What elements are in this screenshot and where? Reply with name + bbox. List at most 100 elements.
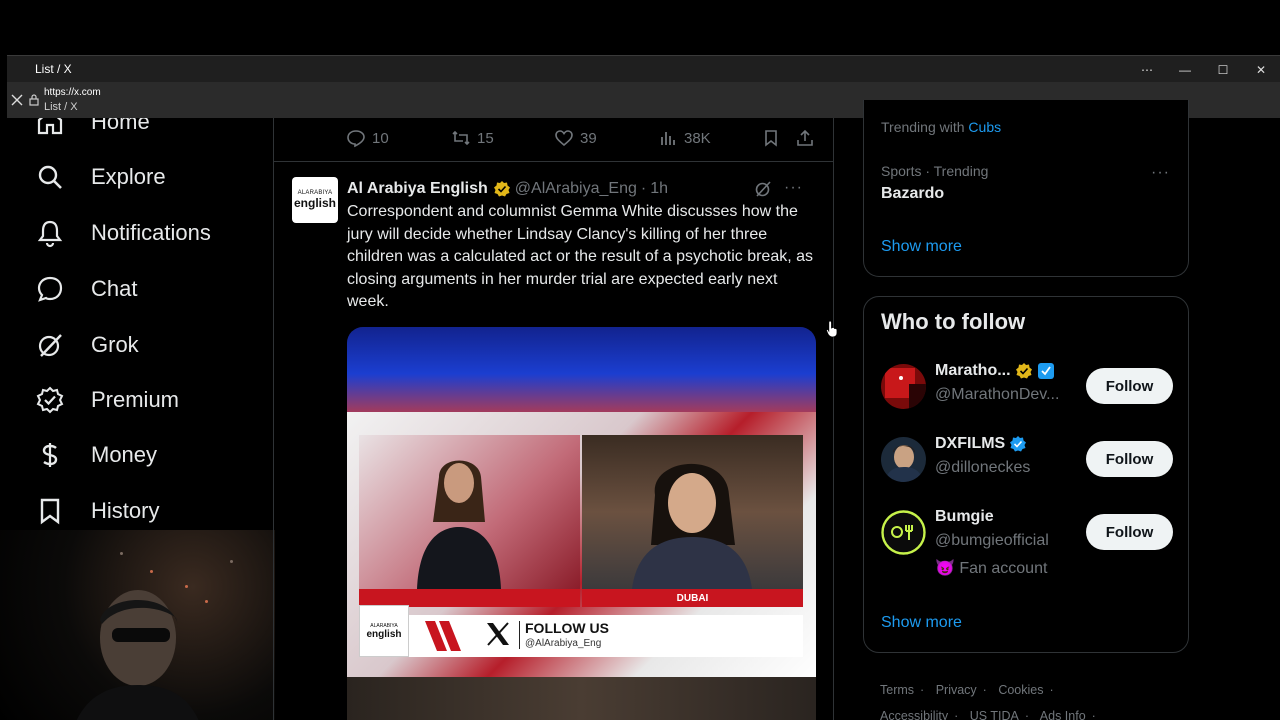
who-to-follow-title: Who to follow bbox=[881, 309, 1026, 334]
more-options-button[interactable]: ··· bbox=[784, 179, 803, 197]
follow-button[interactable]: Follow bbox=[1086, 368, 1173, 404]
footer-separator: · bbox=[982, 683, 987, 697]
account-name[interactable]: DXFILMS bbox=[935, 435, 1005, 453]
views-button[interactable]: 38K bbox=[658, 128, 711, 148]
account-name[interactable]: Bumgie bbox=[935, 508, 994, 526]
avatar[interactable] bbox=[881, 364, 926, 409]
analytics-icon bbox=[661, 132, 675, 145]
tweet-video[interactable]: DUBAI ALARABIYA english FOLLOW US @AlAra… bbox=[347, 327, 816, 720]
footer-separator: · bbox=[920, 683, 925, 697]
nav-item-explore[interactable]: Explore bbox=[35, 157, 166, 197]
window-maximize-button[interactable]: ☐ bbox=[1204, 56, 1242, 83]
grok-icon bbox=[38, 334, 62, 357]
suggested-account[interactable]: Bumgie @bumgieofficial 😈 Fan account Fol… bbox=[881, 508, 1173, 577]
tweet-header: Al Arabiya English @AlArabiya_Eng · 1h ·… bbox=[347, 179, 821, 199]
account-handle: @dilloneckes bbox=[935, 459, 1031, 476]
bumgie-avatar-image bbox=[881, 510, 926, 555]
suggested-account[interactable]: Maratho... @MarathonDev... Follow bbox=[881, 362, 1173, 412]
footer-separator: · bbox=[954, 709, 959, 720]
window-titlebar: List / X ⋯ — ☐ ✕ bbox=[7, 55, 1280, 82]
like-button[interactable]: 39 bbox=[554, 128, 597, 148]
nav-item-money[interactable]: Money bbox=[35, 435, 157, 475]
grok-icon[interactable] bbox=[753, 179, 773, 199]
chat-icon bbox=[37, 276, 63, 302]
nav-item-grok[interactable]: Grok bbox=[35, 325, 139, 365]
footer-link-accessibility[interactable]: Accessibility bbox=[880, 709, 948, 720]
close-icon[interactable] bbox=[11, 94, 23, 106]
video-next-frame bbox=[347, 677, 816, 720]
trend-more-button[interactable]: ··· bbox=[1151, 164, 1170, 182]
url-page-title: List / X bbox=[44, 101, 78, 113]
location-strip: DUBAI bbox=[582, 589, 803, 607]
bookmark-icon bbox=[40, 498, 60, 525]
footer-links: Terms · Privacy · Cookies · Accessibility · … bbox=[880, 677, 1180, 720]
trend-name[interactable]: Bazardo bbox=[881, 185, 944, 203]
premium-icon bbox=[36, 386, 64, 414]
author-name[interactable]: Al Arabiya English bbox=[347, 180, 488, 198]
trending-with-prefix: Trending with bbox=[881, 119, 969, 135]
window-close-button[interactable]: ✕ bbox=[1242, 56, 1280, 83]
search-icon bbox=[38, 165, 62, 189]
avatar[interactable] bbox=[881, 437, 926, 482]
view-count: 38K bbox=[684, 129, 711, 147]
tweet-time[interactable]: 1h bbox=[650, 180, 668, 198]
footer-link-privacy[interactable]: Privacy bbox=[936, 683, 977, 697]
nav-item-chat[interactable]: Chat bbox=[35, 269, 137, 309]
webcam-person-image bbox=[76, 590, 199, 720]
follow-button[interactable]: Follow bbox=[1086, 441, 1173, 477]
nav-item-history[interactable]: History bbox=[35, 491, 159, 530]
reply-count: 10 bbox=[372, 129, 389, 147]
bell-icon bbox=[37, 220, 63, 248]
repost-button[interactable]: 15 bbox=[451, 128, 494, 148]
nav-label: Chat bbox=[91, 276, 138, 301]
x-logo-icon bbox=[487, 622, 509, 646]
repost-icon bbox=[452, 130, 470, 146]
nav-item-premium[interactable]: Premium bbox=[35, 380, 179, 420]
hand-cursor-icon bbox=[826, 320, 838, 338]
banner-divider bbox=[519, 621, 520, 649]
who-to-follow-show-more-link[interactable]: Show more bbox=[881, 614, 962, 632]
account-handle: @MarathonDev... bbox=[935, 386, 1060, 403]
trends-show-more-link[interactable]: Show more bbox=[881, 238, 962, 256]
news-anchor-image bbox=[417, 460, 501, 589]
timeline: 10 15 39 38K ALARABIYA english Al Arabiy… bbox=[273, 118, 834, 720]
share-button[interactable] bbox=[795, 128, 815, 148]
account-name-row: DXFILMS bbox=[935, 435, 1027, 453]
footer-link-cookies[interactable]: Cookies bbox=[998, 683, 1043, 697]
trending-with-topic[interactable]: Cubs bbox=[968, 119, 1001, 135]
bookmark-button[interactable] bbox=[761, 128, 781, 148]
window-menu-button[interactable]: ⋯ bbox=[1128, 56, 1166, 83]
nav-item-home[interactable]: Home bbox=[35, 118, 150, 142]
nav-label: Notifications bbox=[91, 220, 211, 245]
account-name-row: Bumgie bbox=[935, 508, 994, 526]
lock-icon bbox=[29, 94, 39, 106]
nav-label: Home bbox=[91, 118, 150, 134]
avatar[interactable] bbox=[881, 510, 926, 555]
avatar-logo-line2: english bbox=[293, 196, 336, 210]
heart-icon bbox=[555, 130, 573, 147]
tweet[interactable]: ALARABIYA english Al Arabiya English @Al… bbox=[274, 163, 833, 720]
url-text[interactable]: https://x.com bbox=[44, 87, 101, 98]
nav-item-notifications[interactable]: Notifications bbox=[35, 213, 211, 253]
footer-link-terms[interactable]: Terms bbox=[880, 683, 914, 697]
location-tag: DUBAI bbox=[676, 592, 709, 604]
follow-us-handle: @AlArabiya_Eng bbox=[525, 638, 602, 649]
tweet-text: Correspondent and columnist Gemma White … bbox=[347, 203, 814, 310]
window-minimize-button[interactable]: — bbox=[1166, 56, 1204, 83]
footer-link-ads-info[interactable]: Ads Info bbox=[1040, 709, 1086, 720]
suggested-account[interactable]: DXFILMS @dilloneckes Follow bbox=[881, 435, 1173, 485]
webcam-overlay bbox=[0, 530, 275, 720]
account-label: 😈 Fan account bbox=[935, 560, 1048, 577]
account-avatar[interactable]: ALARABIYA english bbox=[292, 177, 338, 223]
follow-button[interactable]: Follow bbox=[1086, 514, 1173, 550]
follow-us-text: FOLLOW US bbox=[525, 620, 609, 636]
chevron-graphic bbox=[425, 621, 461, 651]
window-title: List / X bbox=[35, 62, 72, 76]
verified-blue-icon bbox=[1010, 436, 1027, 452]
footer-link-us-tida[interactable]: US TIDA bbox=[970, 709, 1019, 720]
author-handle[interactable]: @AlArabiya_Eng bbox=[515, 180, 637, 198]
account-handle: @bumgieofficial bbox=[935, 532, 1049, 549]
reply-button[interactable]: 10 bbox=[346, 128, 389, 148]
account-name[interactable]: Maratho... bbox=[935, 362, 1011, 380]
previous-tweet-actions: 10 15 39 38K bbox=[274, 118, 833, 162]
